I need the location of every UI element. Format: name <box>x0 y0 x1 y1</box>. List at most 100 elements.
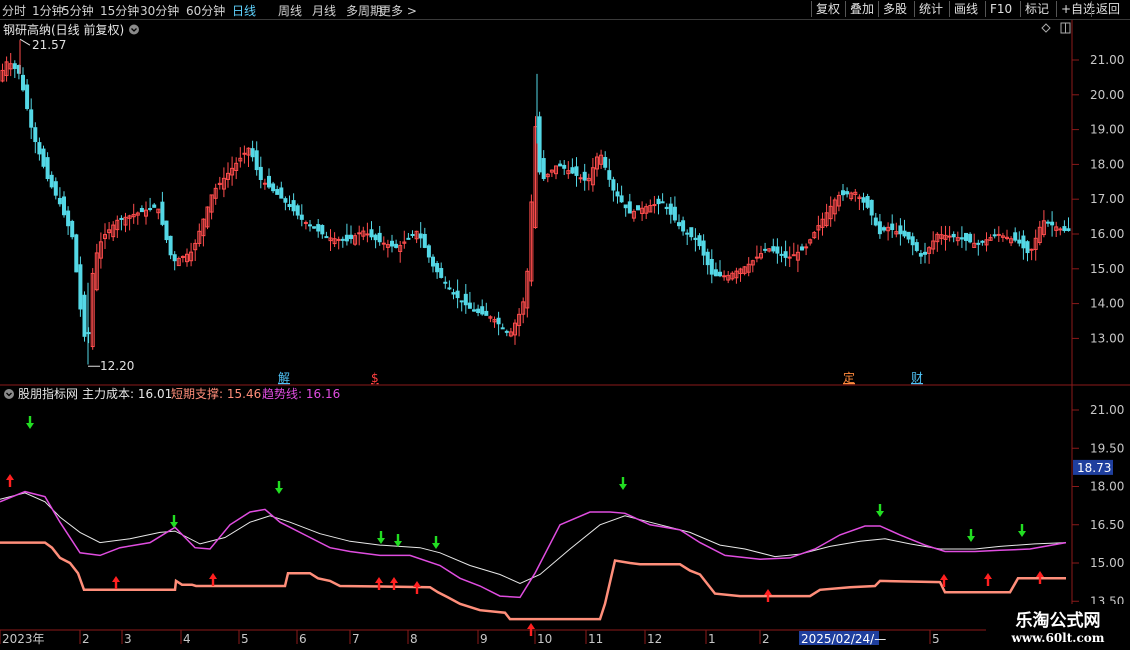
candle-body <box>951 233 956 238</box>
event-marker: 财 <box>911 371 923 385</box>
candle-body <box>1017 239 1022 244</box>
candle-body <box>562 164 567 169</box>
candle-body <box>242 152 247 155</box>
indicator-axis-label: 18.00 <box>1090 480 1124 494</box>
tab-more[interactable]: 更多 > <box>379 2 417 19</box>
back-button[interactable]: 返回 <box>1091 1 1124 17</box>
candle-body <box>861 197 866 203</box>
tab-30min[interactable]: 30分钟 <box>140 2 179 19</box>
stock-chart[interactable]: 21.57 12.20 解 $ 定 财 21.00 20.00 19.00 18.00 17.00… <box>0 20 1130 650</box>
indicator-axis-label: 16.50 <box>1090 518 1124 532</box>
candle-body <box>82 294 87 337</box>
mark-button[interactable]: 标记 <box>1020 1 1053 17</box>
candle-body <box>467 302 472 309</box>
candle-body <box>611 179 616 191</box>
candle-body <box>148 208 153 211</box>
candle-body <box>250 148 255 158</box>
candle-body <box>890 223 895 230</box>
indicator-value: 趋势线: 16.16 <box>262 387 340 401</box>
buy-arrow-icon <box>6 474 14 487</box>
indicator-lines <box>0 490 1067 621</box>
watermark: 乐淘公式网 www.60lt.com <box>986 604 1130 650</box>
price-axis-label: 16.00 <box>1090 227 1124 241</box>
candle-body <box>340 238 345 241</box>
tab-60min[interactable]: 60分钟 <box>186 2 225 19</box>
draw-line-button[interactable]: 画线 <box>949 1 982 17</box>
tab-monthly[interactable]: 月线 <box>312 2 336 19</box>
candle-body <box>62 196 66 216</box>
sell-arrow-icon <box>1018 524 1026 537</box>
date-axis-label: 11 <box>588 632 603 646</box>
candle-body <box>1066 228 1071 232</box>
low-label: 12.20 <box>100 359 134 373</box>
price-axis-label: 15.00 <box>1090 262 1124 276</box>
period-toolbar: 分时 1分钟 5分钟 15分钟 30分钟 60分钟 日线 周线 月线 多周期 更多 > 复权 叠加 多股统… <box>0 0 1130 20</box>
tab-5min[interactable]: 5分钟 <box>62 2 94 19</box>
f10-button[interactable]: F10 <box>985 1 1016 17</box>
candle-body <box>685 232 690 235</box>
restore-rights-button[interactable]: 复权 <box>811 1 844 17</box>
candle-body <box>349 234 353 240</box>
candle-body <box>57 197 62 205</box>
candle-body <box>37 142 42 155</box>
candle-body <box>78 264 83 310</box>
candle-body <box>578 177 583 180</box>
buy-arrow-icon <box>209 573 217 586</box>
indicator-value: 主力成本: 16.01 <box>82 387 172 401</box>
candle-body <box>619 195 624 203</box>
sell-arrow-icon <box>967 529 975 542</box>
tab-daily[interactable]: 日线 <box>232 2 256 19</box>
candle-body <box>775 246 780 254</box>
sell-arrow-icon <box>432 536 440 549</box>
price-axis-label: 19.00 <box>1090 123 1124 137</box>
tab-realtime[interactable]: 分时 <box>2 2 26 19</box>
candle-body <box>959 237 964 240</box>
buy-arrow-icon <box>984 573 992 586</box>
candle-body <box>139 208 144 213</box>
buy-arrow-icon <box>112 576 120 589</box>
candle-body <box>947 235 952 238</box>
price-axis-label: 14.00 <box>1090 297 1124 311</box>
candle-body <box>496 317 501 325</box>
candle-body <box>923 251 927 255</box>
candle-body <box>418 233 423 239</box>
high-pointer <box>19 38 31 46</box>
tab-1min[interactable]: 1分钟 <box>32 2 64 19</box>
candle-body <box>262 182 267 185</box>
cursor-date-label: 2025/02/24/— <box>801 632 886 646</box>
statistics-button[interactable]: 统计 <box>914 1 947 17</box>
tab-multi-period[interactable]: 多周期 <box>346 2 382 19</box>
price-axis-label: 18.00 <box>1090 157 1124 171</box>
candle-body <box>668 203 673 215</box>
date-axis-label: 6 <box>299 632 307 646</box>
overlay-button[interactable]: 叠加 <box>845 1 878 17</box>
sell-arrow-icon <box>170 515 178 528</box>
candle-body <box>410 233 415 236</box>
indicator-name: 股朋指标网 <box>18 386 78 401</box>
date-axis-label: 9 <box>480 632 488 646</box>
candle-body <box>443 281 448 284</box>
candle-body <box>865 196 870 208</box>
candle-body <box>541 158 546 180</box>
tab-15min[interactable]: 15分钟 <box>100 2 139 19</box>
candle-body <box>164 220 169 241</box>
candle-body <box>771 246 776 252</box>
candle-body <box>664 206 669 210</box>
candle-body <box>267 175 271 188</box>
candle-body <box>791 254 796 257</box>
date-axis-label: 4 <box>183 632 191 646</box>
candle-body <box>484 310 489 316</box>
sell-arrow-icon <box>876 504 884 517</box>
multi-stock-button[interactable]: 多股 <box>878 1 911 17</box>
candle-body <box>582 171 587 181</box>
tab-weekly[interactable]: 周线 <box>278 2 302 19</box>
sell-arrow-icon <box>377 531 385 544</box>
price-axis-label: 17.00 <box>1090 192 1124 206</box>
candle-body <box>660 201 665 204</box>
candle-body <box>394 243 399 248</box>
watermark-title: 乐淘公式网 <box>1015 611 1101 631</box>
candle-body <box>25 84 30 110</box>
candle-body <box>681 220 686 232</box>
candle-body <box>357 232 362 235</box>
candle-body <box>426 245 431 258</box>
